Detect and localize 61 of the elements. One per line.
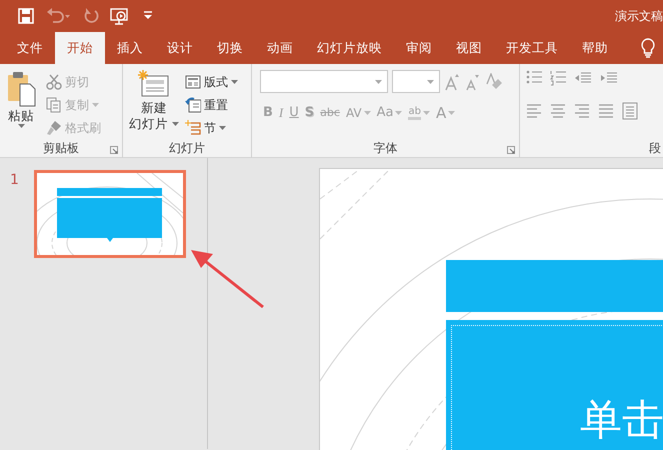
window-title: 演示文稿 xyxy=(615,8,663,25)
caret-icon xyxy=(92,102,99,106)
caret-icon xyxy=(231,80,238,84)
placeholder-text: 单击 xyxy=(580,395,663,446)
ribbon-tab[interactable]: 开发工具 xyxy=(494,32,570,64)
layout-icon xyxy=(185,74,201,90)
caret-icon xyxy=(364,111,371,115)
ribbon-tab[interactable]: 开始 xyxy=(55,32,105,64)
caret-icon xyxy=(219,126,226,130)
group-label: 剪贴板 xyxy=(43,140,79,157)
shrink-font-icon[interactable] xyxy=(464,72,480,90)
ribbon-tab[interactable]: 动画 xyxy=(255,32,305,64)
section-button[interactable]: 节 xyxy=(183,116,240,139)
grow-font-icon[interactable] xyxy=(444,72,460,90)
caret-icon xyxy=(427,80,434,84)
brush-icon xyxy=(46,120,62,136)
ribbon-tab[interactable]: 幻灯片放映 xyxy=(305,32,394,64)
ribbon-tab[interactable]: 插入 xyxy=(105,32,155,64)
scissors-icon xyxy=(46,74,62,90)
caret-icon xyxy=(395,111,402,115)
group-label: 段 xyxy=(649,140,661,157)
slide-thumbnail[interactable] xyxy=(34,170,186,258)
ribbon-tab[interactable]: 审阅 xyxy=(394,32,444,64)
group-label: 幻灯片 xyxy=(169,140,205,157)
align-right-icon[interactable] xyxy=(574,103,590,119)
eraser-icon[interactable] xyxy=(484,72,502,90)
font-name-field[interactable] xyxy=(260,70,388,93)
caret-icon xyxy=(448,111,456,115)
reset-icon xyxy=(185,96,201,112)
ribbon-tab[interactable]: 切换 xyxy=(205,32,255,64)
layout-button[interactable]: 版式 xyxy=(183,70,240,93)
ribbon-tab[interactable]: 视图 xyxy=(444,32,494,64)
increase-indent-icon[interactable] xyxy=(600,71,618,85)
justify-icon[interactable] xyxy=(598,103,614,119)
copy-icon xyxy=(46,96,62,112)
paste-button[interactable]: 粘贴 xyxy=(6,70,36,140)
decrease-indent-icon[interactable] xyxy=(574,71,592,85)
caret-icon xyxy=(18,124,24,128)
font-size-field[interactable] xyxy=(392,70,440,93)
caret-icon xyxy=(375,80,382,84)
ribbon-tab[interactable]: 文件 xyxy=(5,32,55,64)
dialog-launcher-icon[interactable] xyxy=(110,146,118,154)
bullets-icon[interactable] xyxy=(526,70,542,86)
ribbon-tab[interactable]: 帮助 xyxy=(570,32,620,64)
ribbon-tab[interactable]: 设计 xyxy=(155,32,205,64)
clipboard-icon xyxy=(6,70,36,108)
new-slide-button[interactable]: 新建 幻灯片 xyxy=(129,70,179,140)
group-label: 字体 xyxy=(374,140,398,157)
slide-number: 1 xyxy=(10,171,20,190)
caret-icon xyxy=(422,111,430,115)
section-icon xyxy=(185,120,201,136)
lightbulb-icon[interactable] xyxy=(641,38,655,58)
dialog-launcher-icon[interactable] xyxy=(507,146,515,154)
caret-icon xyxy=(172,122,179,126)
numbering-icon[interactable] xyxy=(550,70,566,86)
align-center-icon[interactable] xyxy=(550,103,566,119)
save-icon[interactable] xyxy=(16,6,36,26)
align-left-icon[interactable] xyxy=(526,103,542,119)
reset-button[interactable]: 重置 xyxy=(183,93,240,116)
screen-icon[interactable] xyxy=(109,6,129,26)
distribute-icon[interactable] xyxy=(622,102,638,120)
